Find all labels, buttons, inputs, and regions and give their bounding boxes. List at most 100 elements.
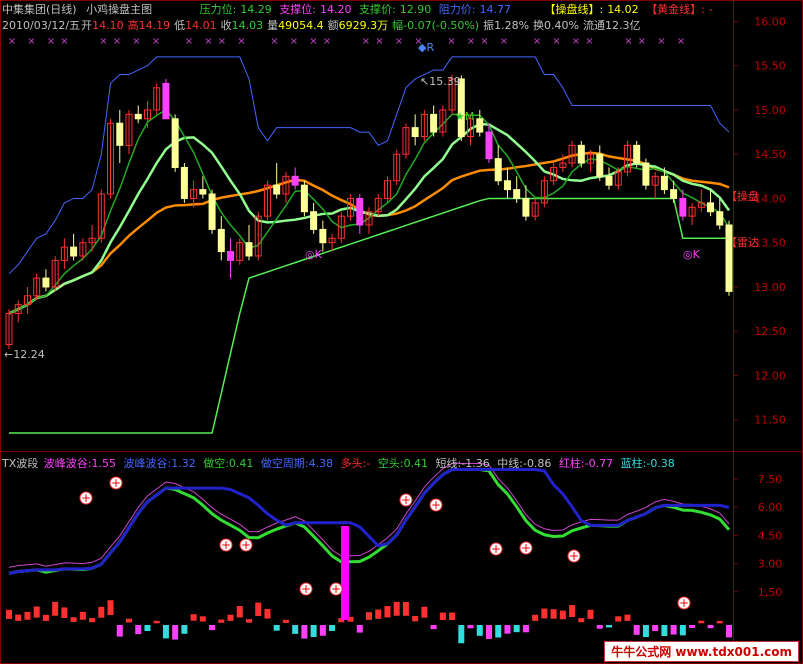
float-label: 流通 (582, 19, 605, 32)
candle-body (476, 118, 484, 133)
histogram-bar (439, 612, 446, 621)
wave-peak-value: 1.55 (91, 457, 116, 470)
histogram-bar (107, 600, 114, 616)
histogram-bar (236, 606, 243, 618)
x-mark: × (375, 36, 383, 47)
main-y-tick-label: 14.50 (754, 148, 786, 161)
buy-marker-plus: + (301, 582, 311, 596)
x-mark: × (290, 36, 298, 47)
candle-body (577, 144, 585, 164)
candle-body (42, 277, 50, 288)
wave-peak-label: 波峰波谷: (43, 457, 92, 470)
amount-label: 额 (327, 19, 339, 32)
empty-label: 空头: (377, 457, 404, 470)
histogram-bar (541, 608, 548, 619)
histogram-bar (458, 625, 465, 644)
buy-marker-plus: + (111, 476, 121, 490)
buy-marker-plus: + (401, 493, 411, 507)
histogram-bar (726, 625, 732, 638)
histogram-bar (135, 625, 142, 635)
float-value: 12.3亿 (604, 19, 641, 32)
histogram-bar (61, 607, 68, 618)
histogram-bar (356, 625, 363, 633)
x-mark: × (113, 36, 121, 47)
watermark: 牛牛公式网 www.tdx001.com (604, 641, 799, 662)
candle-body (300, 184, 308, 213)
support-price-label: 支撑价: (359, 3, 396, 16)
candle-body (494, 158, 502, 182)
histogram-bar (578, 618, 585, 623)
volume-label: 量 (267, 19, 279, 32)
candle-body (171, 118, 179, 168)
wave-peak2-label: 波峰波谷: (123, 457, 172, 470)
histogram-bar (550, 609, 557, 619)
op-line-label: 【操盘线】: (544, 3, 604, 16)
histogram-bar (596, 625, 603, 629)
histogram-bar (15, 614, 22, 621)
tag-caopan: 【操盘 (726, 189, 759, 203)
histogram-bar (301, 625, 308, 639)
x-mark: × (237, 36, 245, 47)
x-mark: × (638, 36, 646, 47)
candle-body (605, 175, 613, 186)
candle-body (660, 175, 668, 191)
main-info-row-2: 2010/03/12/五开14.10 高14.19 低14.01 收14.03 量490… (2, 19, 644, 32)
sub-y-tick-label: 4.50 (758, 529, 783, 542)
buy-marker-plus: + (521, 541, 531, 555)
histogram-bar (209, 625, 216, 631)
histogram-bar (679, 625, 686, 636)
x-mark: × (533, 36, 541, 47)
candle-body (522, 197, 530, 217)
candle-body (642, 162, 650, 186)
red-bar-value: -0.77 (584, 457, 614, 470)
histogram-bar (181, 625, 188, 634)
x-mark: × (414, 36, 422, 47)
wave-peak2-value: 1.32 (171, 457, 196, 470)
short-value: 0.41 (228, 457, 254, 470)
pressure-value: 14.29 (240, 3, 272, 16)
low-label: 低 (174, 19, 186, 32)
histogram-bar (282, 619, 289, 623)
histogram-bar (375, 609, 382, 619)
histogram-bar (716, 620, 723, 624)
low-note: ←12.24 (4, 348, 45, 361)
histogram-bar (199, 616, 206, 622)
sub-info-row: TX波段 波峰波谷:1.55 波峰波谷:1.32 做空:0.41 做空周期:4.… (2, 457, 679, 470)
buy-marker-plus: + (569, 549, 579, 563)
histogram-bar (98, 606, 105, 618)
candle-body (134, 113, 142, 120)
x-mark: × (152, 36, 160, 47)
main-y-tick-label: 16.00 (754, 15, 786, 28)
histogram-bar (587, 609, 594, 619)
short-line-label: 短线: (435, 457, 462, 470)
histogram-bar (569, 605, 576, 618)
high-value: 14.19 (138, 19, 171, 32)
candle-body (217, 228, 225, 253)
histogram-bar (264, 608, 271, 619)
short-cycle-label: 做空周期: (260, 457, 309, 470)
amount-value: 6929.3万 (338, 19, 389, 32)
histogram-bar (246, 619, 252, 623)
x-mark: × (624, 36, 632, 47)
x-mark: × (270, 36, 278, 47)
close-label: 收 (220, 19, 232, 32)
histogram-bar (42, 614, 49, 621)
histogram-bar (292, 625, 299, 634)
histogram-bar (52, 601, 59, 616)
candle-body (411, 127, 419, 137)
main-y-tick-label: 12.00 (754, 369, 786, 382)
histogram-bar (486, 625, 492, 639)
histogram-bar (642, 625, 649, 638)
histogram-bar (329, 625, 336, 631)
close-value: 14.03 (231, 19, 264, 32)
pressure-label: 压力位: (199, 3, 237, 16)
histogram-bar (467, 625, 474, 629)
change-value: -0.07(-0.50%) (403, 19, 480, 32)
histogram-bar (190, 614, 197, 621)
resistance-line (8, 56, 730, 275)
candle-body (633, 144, 641, 164)
histogram-bar (522, 625, 529, 633)
buy-marker-plus: + (81, 491, 91, 505)
resistance-label: 阻力价: (438, 3, 476, 16)
candle-body (116, 122, 124, 146)
